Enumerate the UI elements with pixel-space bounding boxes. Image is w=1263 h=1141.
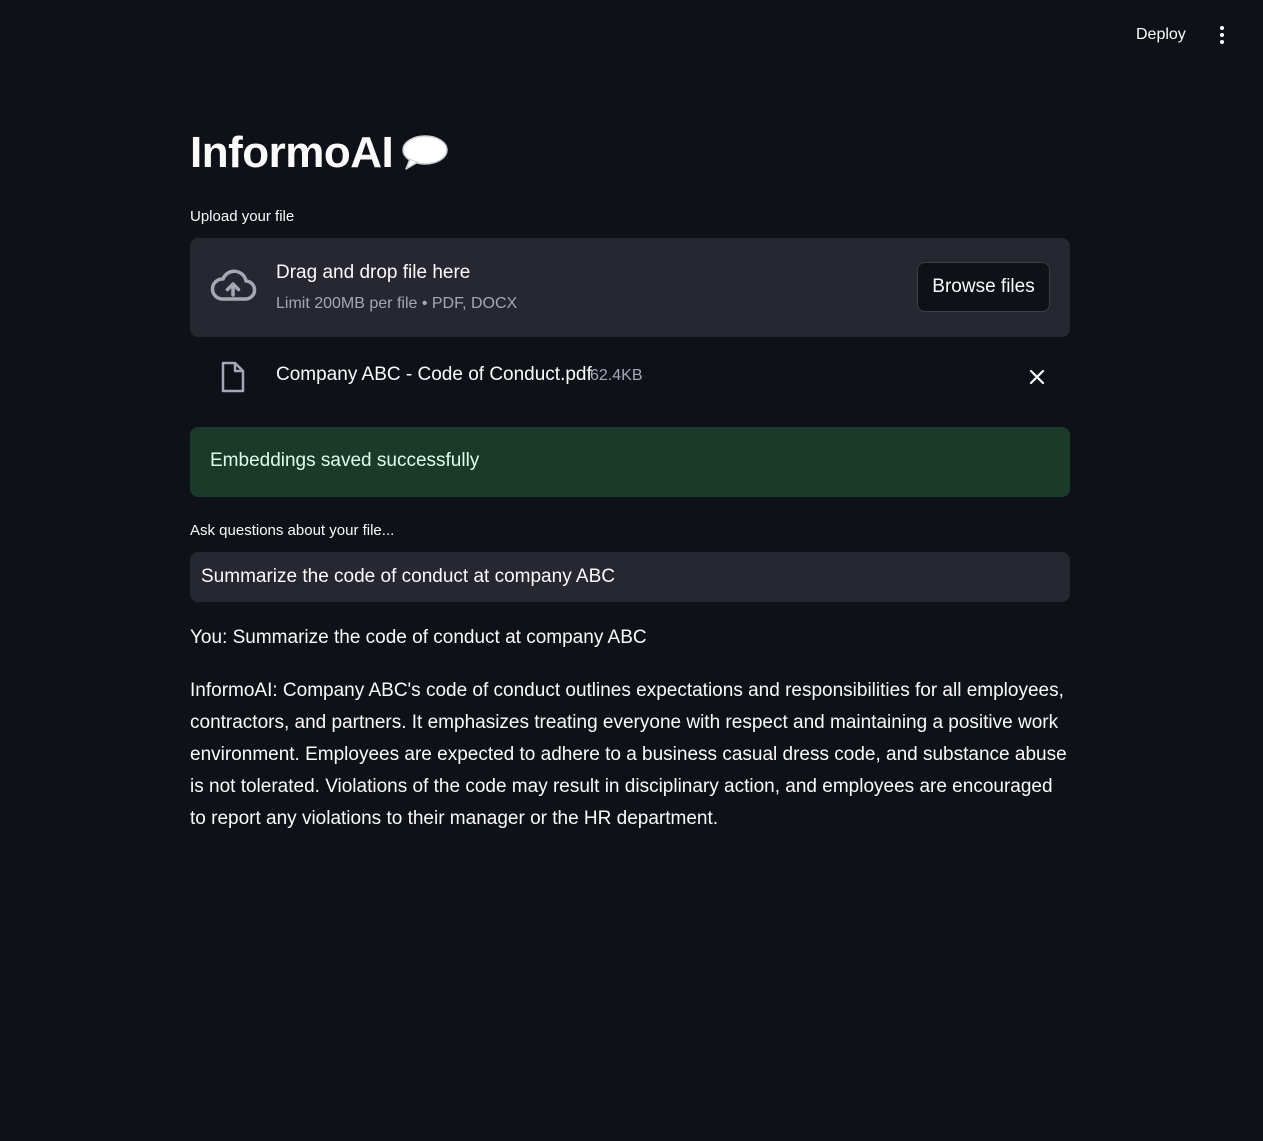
uploader-label: Upload your file — [190, 208, 295, 225]
assistant-message: InformoAI: Company ABC's code of conduct… — [190, 680, 1067, 829]
uploaded-file-size: 62.4KB — [590, 367, 643, 384]
dropzone-title: Drag and drop file here — [276, 262, 471, 283]
uploaded-file-item: Company ABC - Code of Conduct.pdf 62.4KB — [190, 352, 1070, 402]
more-vertical-icon[interactable] — [1208, 20, 1236, 50]
app-header: Deploy — [0, 0, 1263, 68]
question-label: Ask questions about your file... — [190, 522, 395, 539]
file-dropzone[interactable]: Drag and drop file here Limit 200MB per … — [190, 238, 1070, 337]
page-title-text: InformoAI — [190, 128, 394, 177]
question-input[interactable] — [190, 552, 1070, 602]
page-title: InformoAI — [190, 128, 449, 178]
success-alert: Embeddings saved successfully — [190, 427, 1070, 497]
document-icon — [221, 361, 245, 393]
user-message: You: Summarize the code of conduct at co… — [190, 627, 647, 648]
uploaded-file-name: Company ABC - Code of Conduct.pdf — [276, 364, 592, 385]
browse-files-button[interactable]: Browse files — [917, 262, 1050, 312]
speech-bubble-icon — [402, 135, 449, 170]
close-icon[interactable] — [1024, 364, 1050, 390]
dropzone-limit-text: Limit 200MB per file • PDF, DOCX — [276, 295, 518, 312]
deploy-button[interactable]: Deploy — [1124, 22, 1198, 48]
cloud-upload-icon — [210, 269, 257, 301]
success-message: Embeddings saved successfully — [210, 450, 480, 471]
